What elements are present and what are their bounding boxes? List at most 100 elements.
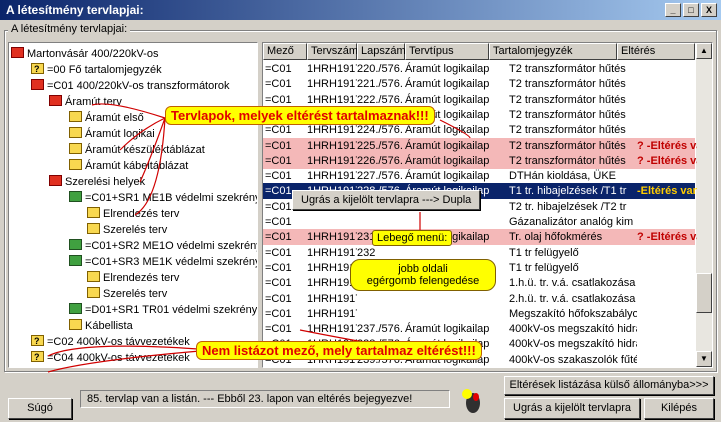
close-button[interactable]: X xyxy=(701,3,717,17)
bubble-line-1: jobb oldali xyxy=(398,263,448,275)
tree-item-label: =C04 400kV-os távvezetékek xyxy=(47,352,190,364)
jump-to-sheet-button[interactable]: Ugrás a kijelölt tervlapra xyxy=(504,398,640,419)
cell-tervszam: 1HRH1917 xyxy=(307,78,357,91)
tree-item[interactable]: =C01+SR1 ME1B védelmi szekrény xyxy=(69,190,257,206)
folder-icon xyxy=(87,271,100,282)
tree-item[interactable]: =T01 ... xyxy=(31,365,85,367)
right-click-bubble: jobb oldali egérgomb felengedése xyxy=(350,259,496,291)
tree-item-label: Elrendezés terv xyxy=(103,272,180,284)
question-folder-icon xyxy=(34,365,40,367)
cell-tervszam: 1HRH1917 xyxy=(307,154,357,167)
table-row[interactable]: =C01 Gázanalizátor analóg kim xyxy=(263,214,695,230)
cell-elteres: ? -Eltérés van! xyxy=(637,139,697,152)
tree-item[interactable]: =C04 400kV-os távvezetékek xyxy=(31,349,190,366)
column-header[interactable]: Tervtípus xyxy=(405,43,489,60)
column-header[interactable]: Tervszám xyxy=(307,43,358,60)
tree-item-label: Martonvásár 400/220kV-os xyxy=(27,48,159,60)
maximize-button[interactable]: □ xyxy=(683,3,699,17)
tree-item[interactable]: Kábellista xyxy=(69,318,133,334)
exit-button[interactable]: Kilépés xyxy=(644,398,714,419)
vertical-scrollbar[interactable]: ▲ ▼ xyxy=(696,43,712,367)
cell-lap: 226./576. xyxy=(357,154,403,167)
tree-item[interactable]: =C01+SR2 ME1O védelmi szekrény xyxy=(69,238,257,254)
column-header[interactable]: Tartalomjegyzék xyxy=(489,43,617,60)
cell-tervszam: 1HRH1917 xyxy=(307,63,357,75)
export-deviations-button[interactable]: Eltérések listázása külső állományba>>> xyxy=(504,376,714,395)
tree-item[interactable]: Áramút terv xyxy=(49,94,122,110)
cell-tartalom: T1 tr felügyelő xyxy=(509,261,579,274)
tree-item[interactable]: =00 Fő tartalomjegyzék xyxy=(31,61,162,78)
tree-item-label: =C01+SR3 ME1K védelmi szekrény xyxy=(85,256,258,268)
table-row[interactable]: =C01 1HRH1917 Megszakító hőfokszabályozás xyxy=(263,306,695,322)
tree-item[interactable]: Áramút készüléktáblázat xyxy=(69,142,205,158)
table-row[interactable]: =C01 1HRH1917 220./576. Áramút logikailap T2… xyxy=(263,61,695,77)
cell-tartalom: T2 transzformátor hűtés xyxy=(509,154,626,167)
cell-tipus: Áramút logikailap xyxy=(405,139,490,152)
tree-item[interactable]: Áramút első xyxy=(69,110,144,126)
table-row[interactable]: =C01 1HRH1917 221./576. Áramút logikailap T2… xyxy=(263,76,695,92)
cell-tartalom: 400kV-os megszakító hidraulik xyxy=(509,338,637,351)
folder-icon xyxy=(49,175,62,186)
folder-icon xyxy=(87,287,100,298)
group-label: A létesítmény tervlapjai: xyxy=(8,23,131,35)
scroll-up-icon[interactable]: ▲ xyxy=(696,43,712,59)
tree-item[interactable]: =D01+SR1 TR01 védelmi szekrény xyxy=(69,302,257,318)
tree-item[interactable]: =C02 400kV-os távvezetékek xyxy=(31,333,190,350)
cell-lap: 220./576. xyxy=(357,63,403,75)
folder-icon xyxy=(49,95,62,106)
tree-item[interactable]: Szerelés terv xyxy=(87,222,167,238)
cell-lap: 227./576. xyxy=(357,170,403,183)
tree-item[interactable]: Áramút logikai xyxy=(69,126,155,142)
tree-item[interactable]: Elrendezés terv xyxy=(87,206,179,222)
table-row[interactable]: =C01 1HRH1917 225./576. Áramút logikailap T2… xyxy=(263,137,697,154)
scroll-down-icon[interactable]: ▼ xyxy=(696,351,712,367)
cell-mezo: =C01 xyxy=(265,78,292,91)
scroll-thumb[interactable] xyxy=(696,273,712,313)
tree-item[interactable]: =C01 400/220kV-os transzformátorok xyxy=(31,78,230,94)
tree-item[interactable]: Martonvásár 400/220kV-os xyxy=(11,46,158,62)
tree-item-label: Szerelés terv xyxy=(103,288,168,300)
column-header[interactable]: Lapszám xyxy=(357,43,406,60)
tree-item-label: Elrendezés terv xyxy=(103,208,180,220)
folder-icon xyxy=(69,319,82,330)
folder-icon xyxy=(87,223,100,234)
table-row[interactable]: =C01 1HRH1917 226./576. Áramút logikailap T2… xyxy=(263,152,697,169)
cell-tartalom: Megszakító hőfokszabályozás xyxy=(509,307,637,320)
tree-item[interactable]: Elrendezés terv xyxy=(87,270,179,286)
cell-mezo: =C01 xyxy=(265,367,307,368)
tree-item[interactable]: Áramút kábeltáblázat xyxy=(69,158,188,174)
table-row[interactable]: =C01 1HRH1917 227./576. Áramút logikailap DT… xyxy=(263,168,695,184)
column-header[interactable]: Eltérés xyxy=(617,43,695,60)
column-header[interactable]: Mező xyxy=(263,43,307,60)
mouse-icon xyxy=(458,388,488,416)
cell-tartalom: T2 tr. hibajelzések /T2 tr xyxy=(509,200,627,213)
cell-lap: 221./576. xyxy=(357,78,403,91)
cell-mezo: =C01 xyxy=(265,170,292,183)
cell-tartalom: T2 transzformátor hűtés xyxy=(509,93,626,106)
tree-item-label: Szerelés terv xyxy=(103,224,168,236)
minimize-button[interactable]: _ xyxy=(665,3,681,17)
table-row[interactable]: =C011HRH1917231./576.Áramút logikailapTr… xyxy=(263,229,697,246)
cell-tervszam: 1HRH1917 xyxy=(307,170,357,183)
context-menu-jump[interactable]: Ugrás a kijelölt tervlapra ---> Dupla xyxy=(292,190,481,210)
tree-item[interactable]: Szerelési helyek xyxy=(49,174,145,190)
table-row[interactable]: =C01 1HRH1917 237./576. Áramút logikailap 40… xyxy=(263,321,695,337)
facility-tree[interactable]: Martonvásár 400/220kV-os =00 Fő tartalomj… xyxy=(8,42,258,368)
tree-item-label: =D01+SR1 TR01 védelmi szekrény xyxy=(85,304,258,316)
table-row[interactable]: =C01 1HRH1917 2.h.ü. tr. v.á. csatlakozása xyxy=(263,291,695,307)
folder-icon xyxy=(69,191,82,202)
tree-item-label: Áramút készüléktáblázat xyxy=(85,144,205,156)
tree-item[interactable]: Szerelés terv xyxy=(87,286,167,302)
cell-tartalom: Gázanalizátor analóg kim xyxy=(509,216,634,228)
cell-mezo: =C01 xyxy=(265,277,292,290)
cell-mezo: =C01 xyxy=(265,63,292,75)
status-bar: 85. tervlap van a listán. --- Ebből 23. … xyxy=(80,390,450,408)
cell-mezo: =C01 xyxy=(265,231,292,244)
tree-item[interactable]: =C01+SR3 ME1K védelmi szekrény xyxy=(69,254,258,270)
window-title: A létesítmény tervlapjai: xyxy=(6,3,144,17)
cell-tartalom: 400kV-os szakaszolók fűtése xyxy=(509,367,637,368)
table-row[interactable]: =C01 400kV-os szakaszolók fűtése xyxy=(263,367,695,368)
help-button[interactable]: Súgó xyxy=(8,398,72,419)
cell-tartalom: T1 tr felügyelő xyxy=(509,246,579,259)
floating-menu-label: Lebegő menü: xyxy=(372,230,453,246)
